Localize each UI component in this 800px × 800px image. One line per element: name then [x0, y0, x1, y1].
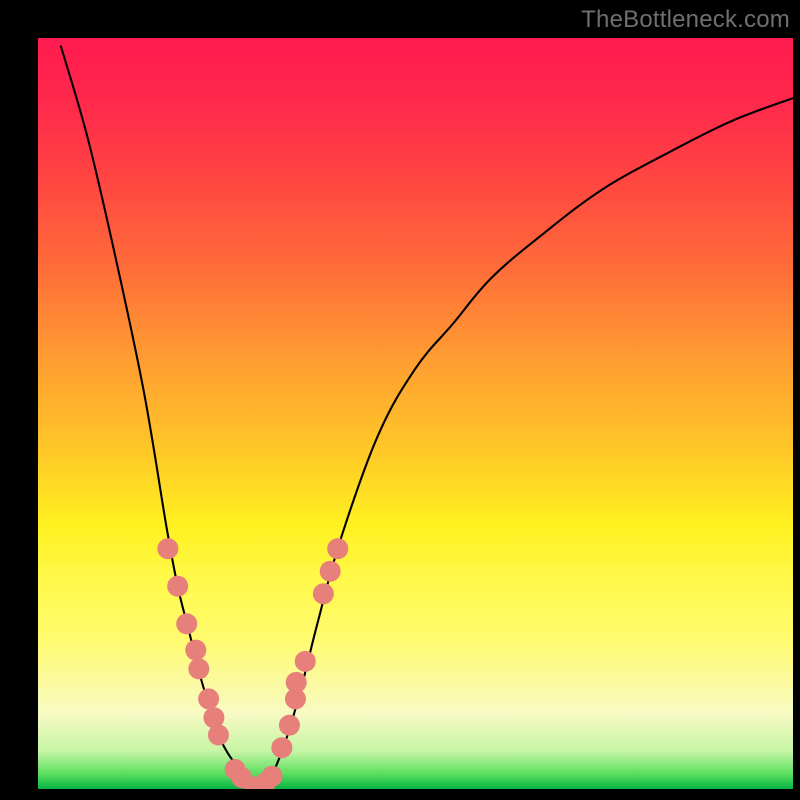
curve-right — [257, 98, 793, 789]
curve-marker — [198, 688, 219, 709]
curve-marker — [157, 538, 178, 559]
attribution-text: TheBottleneck.com — [581, 6, 790, 34]
curve-markers — [157, 538, 348, 789]
curve-left — [61, 46, 257, 789]
curve-marker — [279, 715, 300, 736]
curve-marker — [262, 766, 283, 787]
curve-marker — [176, 613, 197, 634]
curve-marker — [327, 538, 348, 559]
curve-marker — [295, 651, 316, 672]
curve-marker — [320, 561, 341, 582]
curve-marker — [286, 672, 307, 693]
curve-marker — [208, 724, 229, 745]
curve-marker — [188, 658, 209, 679]
curve-marker — [313, 583, 334, 604]
chart-overlay — [38, 38, 793, 789]
curve-marker — [185, 640, 206, 661]
plot-area — [38, 38, 793, 789]
curve-marker — [271, 737, 292, 758]
curve-marker — [167, 576, 188, 597]
chart-frame: TheBottleneck.com — [0, 0, 800, 800]
